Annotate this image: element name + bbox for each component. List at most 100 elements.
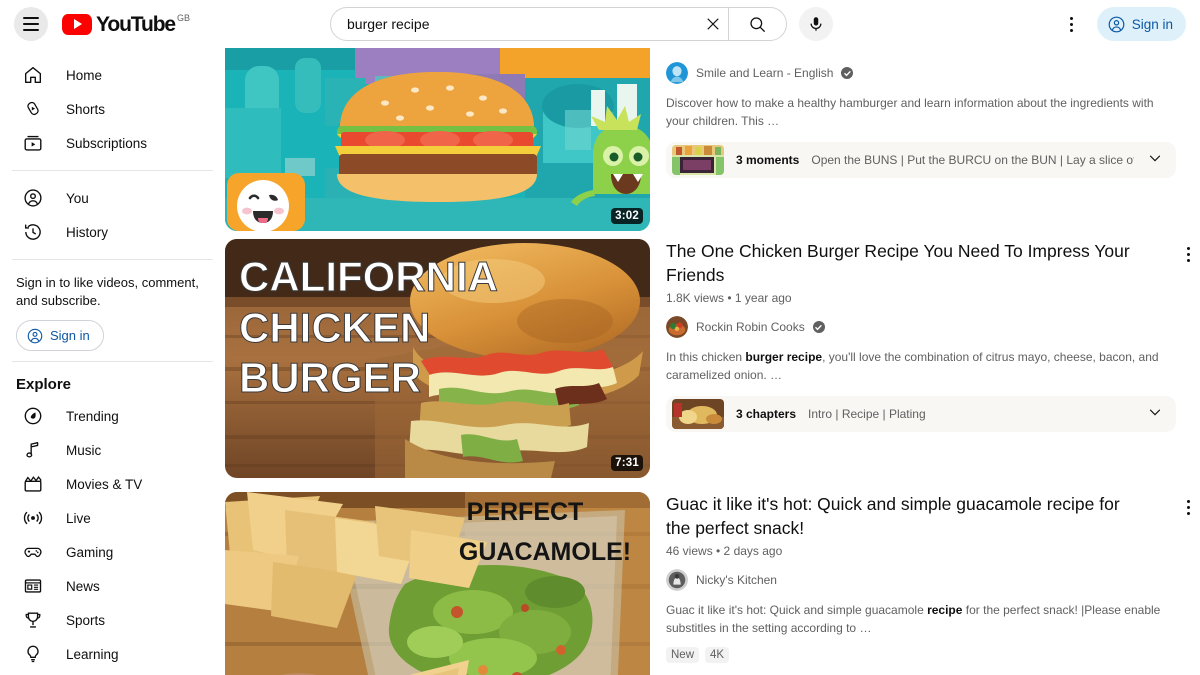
signin-button[interactable]: Sign in [1096, 7, 1186, 41]
video-title[interactable]: The One Chicken Burger Recipe You Need T… [666, 239, 1176, 287]
avatar [666, 569, 688, 591]
video-duration: 7:31 [611, 455, 643, 471]
header-search-group [330, 7, 833, 41]
account-circle-icon [27, 328, 43, 343]
svg-text:GUACAMOLE!: GUACAMOLE! [459, 538, 631, 566]
video-description: Guac it like it's hot: Quick and simple … [666, 601, 1176, 637]
shorts-icon [21, 98, 44, 121]
video-duration: 3:02 [611, 208, 643, 224]
video-description: In this chicken burger recipe, you'll lo… [666, 348, 1176, 384]
sidebar-primary-group: Home Shorts Subscriptions [0, 58, 225, 160]
sidebar-item-trending[interactable]: Trending [6, 399, 219, 433]
video-meta: 1.8K views • 1 year ago [666, 291, 792, 305]
california-chicken-burger-thumbnail-art: CALIFORNIA CHICKEN BURGER [225, 239, 650, 478]
channel-name[interactable]: Nicky's Kitchen [696, 573, 777, 587]
video-thumbnail[interactable]: PERFECT GUACAMOLE! [225, 492, 650, 675]
trophy-icon [21, 609, 44, 632]
sidebar-item-sports[interactable]: Sports [6, 603, 219, 637]
top-header: YouTube GB burger recipe Sign in [0, 0, 1200, 48]
sidebar-item-label: History [66, 224, 109, 240]
channel-name[interactable]: Smile and Learn - English [696, 66, 833, 80]
video-description: Discover how to make a healthy hamburger… [666, 94, 1176, 130]
microphone-icon[interactable] [799, 7, 833, 41]
search-box[interactable] [330, 7, 787, 41]
sidebar-secondary-group: You History [0, 181, 225, 249]
chapters-bar[interactable]: 3 chapters Intro | Recipe | Plating [666, 396, 1176, 432]
youtube-logo-text: YouTube [96, 12, 176, 36]
sidebar-item-label: Subscriptions [66, 135, 148, 151]
sidebar-item-live[interactable]: Live [6, 501, 219, 535]
status-badge: 4K [705, 647, 730, 663]
sidebar-divider-1 [12, 170, 213, 171]
header-left-group: YouTube GB [0, 7, 190, 41]
more-vertical-icon[interactable] [1176, 242, 1200, 266]
svg-text:PERFECT: PERFECT [467, 498, 584, 526]
search-input[interactable] [331, 16, 698, 32]
more-vertical-icon[interactable] [1176, 495, 1200, 519]
description-highlight: recipe [927, 603, 963, 617]
chapter-thumbnail [672, 399, 724, 429]
header-right-group: Sign in [1055, 7, 1186, 41]
search-result-item[interactable]: 3:02 Smile and Learn - English Discover … [225, 48, 1200, 239]
channel-row[interactable]: Nicky's Kitchen [666, 569, 1176, 591]
video-thumbnail[interactable]: 3:02 [225, 48, 650, 231]
sidebar-item-label: Trending [66, 408, 119, 424]
more-vertical-icon[interactable] [1055, 7, 1089, 41]
sidebar-item-label: Learning [66, 646, 119, 662]
sidebar-item-history[interactable]: History [6, 215, 219, 249]
sidebar-signin-blurb: Sign in to like videos, comment, and sub… [16, 275, 199, 308]
youtube-logo[interactable]: YouTube GB [62, 12, 190, 36]
lightbulb-icon [21, 643, 44, 666]
sidebar-item-label: Shorts [66, 101, 106, 117]
chapters-bar[interactable]: 3 moments Open the BUNS | Put the BURCU … [666, 142, 1176, 178]
sidebar-item-learning[interactable]: Learning [6, 637, 219, 671]
newspaper-icon [21, 575, 44, 598]
home-icon [21, 64, 44, 87]
search-result-item[interactable]: CALIFORNIA CHICKEN BURGER 7:31 The One C… [225, 239, 1200, 492]
chapter-list-label: Intro | Recipe | Plating [808, 407, 926, 421]
video-info: Guac it like it's hot: Quick and simple … [666, 492, 1200, 675]
sidebar-item-shorts[interactable]: Shorts [6, 92, 219, 126]
description-highlight: burger recipe [745, 350, 823, 364]
search-icon[interactable] [728, 8, 786, 40]
description-post: … [767, 114, 780, 128]
search-results-list[interactable]: 3:02 Smile and Learn - English Discover … [225, 48, 1200, 675]
sidebar-item-label: Movies & TV [66, 476, 143, 492]
sidebar-item-news[interactable]: News [6, 569, 219, 603]
sidebar-item-gaming[interactable]: Gaming [6, 535, 219, 569]
perfect-guacamole-thumbnail-art: PERFECT GUACAMOLE! [225, 492, 650, 675]
chapter-count-label: 3 chapters [736, 407, 797, 421]
sidebar-item-label: News [66, 578, 100, 594]
clapperboard-icon [21, 473, 44, 496]
sidebar-item-label: Live [66, 510, 91, 526]
history-icon [21, 221, 44, 244]
sidebar-section-explore: Explore [16, 376, 72, 393]
sidebar-item-movies-tv[interactable]: Movies & TV [6, 467, 219, 501]
chapter-thumbnail [672, 145, 724, 175]
channel-row[interactable]: Smile and Learn - English [666, 62, 1176, 84]
sidebar-signin-button[interactable]: Sign in [16, 320, 104, 351]
channel-row[interactable]: Rockin Robin Cooks [666, 316, 1176, 338]
close-icon[interactable] [698, 9, 728, 39]
svg-text:CHICKEN: CHICKEN [239, 304, 430, 351]
search-result-item[interactable]: PERFECT GUACAMOLE! Guac it like it's hot… [225, 492, 1200, 675]
sidebar-item-music[interactable]: Music [6, 433, 219, 467]
sidebar-item-subscriptions[interactable]: Subscriptions [6, 126, 219, 160]
svg-text:CALIFORNIA: CALIFORNIA [239, 253, 498, 300]
channel-name[interactable]: Rockin Robin Cooks [696, 320, 805, 334]
description-pre: Discover how to make a healthy hamburger… [666, 96, 1154, 128]
video-title[interactable]: Guac it like it's hot: Quick and simple … [666, 492, 1176, 540]
sidebar-item-home[interactable]: Home [6, 58, 219, 92]
sidebar-item-label: Gaming [66, 544, 114, 560]
avatar [666, 316, 688, 338]
gamepad-icon [21, 541, 44, 564]
video-thumbnail[interactable]: CALIFORNIA CHICKEN BURGER 7:31 [225, 239, 650, 478]
chevron-down-icon[interactable] [1146, 403, 1164, 426]
hamburger-menu-icon[interactable] [14, 7, 48, 41]
description-pre: Guac it like it's hot: Quick and simple … [666, 603, 928, 617]
chevron-down-icon[interactable] [1146, 149, 1164, 172]
verified-badge-icon [841, 67, 854, 79]
sidebar-item-label: Music [66, 442, 102, 458]
sidebar-item-you[interactable]: You [6, 181, 219, 215]
account-circle-icon [1108, 16, 1125, 32]
